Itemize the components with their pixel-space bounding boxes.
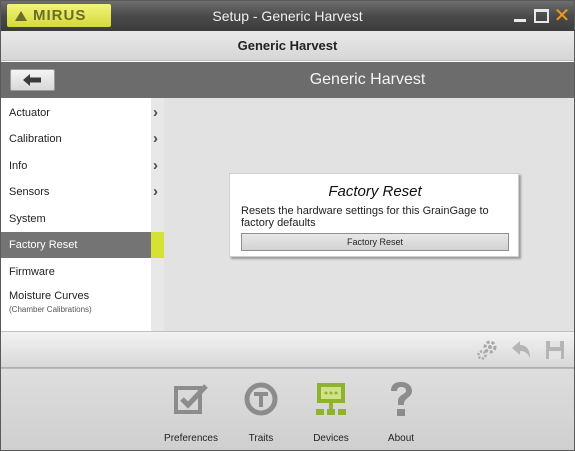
sidebar-item-label: Moisture Curves <box>9 290 90 302</box>
question-icon <box>381 379 421 419</box>
chevron-right-icon[interactable]: › <box>153 100 163 126</box>
nav-traits[interactable]: Traits <box>226 379 296 447</box>
chevron-right-icon[interactable]: › <box>153 179 163 205</box>
device-icon <box>311 379 351 419</box>
sidebar-item-info[interactable]: Info <box>1 153 151 179</box>
sidebar-item-sensors[interactable]: Sensors <box>1 179 151 205</box>
sidebar-item-label: Calibration <box>9 133 62 145</box>
action-toolbar <box>1 331 574 368</box>
page-header: Generic Harvest <box>1 31 574 61</box>
close-icon[interactable]: ✕ <box>553 6 571 26</box>
nav-label: Preferences <box>164 433 218 444</box>
sidebar-item-label: Factory Reset <box>9 239 78 251</box>
nav-preferences[interactable]: Preferences <box>156 379 226 447</box>
mirus-logo: MIRUS <box>7 4 111 27</box>
sidebar-item-label: Actuator <box>9 107 50 119</box>
sidebar-item-label: Sensors <box>9 186 50 198</box>
sidebar-item-label: Firmware <box>9 266 55 278</box>
traits-icon <box>241 379 281 419</box>
sidebar-item-factory-reset[interactable]: Factory Reset <box>1 232 151 258</box>
nav-devices[interactable]: Devices <box>296 379 366 447</box>
checkbox-icon <box>171 379 211 419</box>
title-bar[interactable]: MIRUS Setup - Generic Harvest ✕ <box>1 1 574 31</box>
nav-about[interactable]: About <box>366 379 436 447</box>
nav-bar: Generic Harvest <box>1 62 574 98</box>
main-content: Factory Reset Resets the hardware settin… <box>164 98 574 331</box>
maximize-icon[interactable] <box>532 7 550 25</box>
back-arrow-icon <box>22 74 41 86</box>
sidebar-item-actuator[interactable]: Actuator <box>1 100 151 126</box>
app-window: MIRUS Setup - Generic Harvest ✕ Generic … <box>0 0 575 451</box>
chevron-right-icon[interactable]: › <box>153 126 163 152</box>
card-description: Resets the hardware settings for this Gr… <box>241 205 489 229</box>
save-icon[interactable] <box>543 338 567 362</box>
minimize-icon[interactable] <box>511 7 529 25</box>
card-title: Factory Reset <box>328 183 422 200</box>
bottom-nav: Preferences Traits Devices About <box>1 368 574 450</box>
sidebar-item-firmware[interactable]: Firmware <box>1 259 151 285</box>
nav-label: Devices <box>313 433 349 444</box>
logo-triangle-icon <box>15 10 27 21</box>
sidebar-item-moisture-curves[interactable]: Moisture Curves (Chamber Calibrations) <box>1 288 151 320</box>
sidebar-item-system[interactable]: System <box>1 206 151 232</box>
sidebar-item-label: Info <box>9 160 28 172</box>
gears-icon[interactable] <box>475 338 499 362</box>
sidebar-item-label: System <box>9 213 46 225</box>
undo-icon[interactable] <box>509 338 533 362</box>
factory-reset-card: Factory Reset Resets the hardware settin… <box>229 173 519 257</box>
sidebar: Actuator › Calibration › Info › Sensors … <box>1 98 164 331</box>
nav-label: Traits <box>248 433 274 444</box>
sidebar-item-sublabel: (Chamber Calibrations) <box>9 305 92 314</box>
back-button[interactable] <box>10 69 55 91</box>
nav-title: Generic Harvest <box>309 71 426 88</box>
chevron-right-icon[interactable]: › <box>153 153 163 179</box>
sidebar-item-calibration[interactable]: Calibration <box>1 126 151 152</box>
factory-reset-button[interactable]: Factory Reset <box>241 233 509 251</box>
logo-text: MIRUS <box>33 7 87 24</box>
sidebar-scroll-thumb[interactable] <box>151 232 164 258</box>
nav-label: About <box>387 433 415 444</box>
